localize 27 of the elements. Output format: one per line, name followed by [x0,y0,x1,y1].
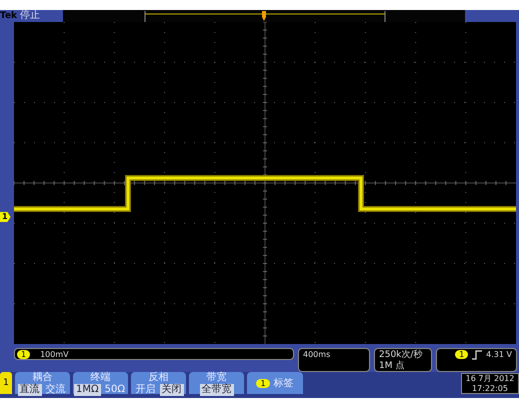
sample-rate: 250k次/秒 [379,350,422,360]
channel-badge: 1 [256,378,270,388]
menu-value: 全带宽 [200,384,234,396]
timebase-readout: 400ms [298,348,370,372]
record-length: 1M 点 [379,361,404,372]
menu-title: 耦合 [32,372,52,384]
menu-title: 终端 [90,372,110,384]
menu-button[interactable]: 带宽 全带宽 [189,372,244,394]
menu-button[interactable]: 终端 1MΩ 50Ω [73,372,128,394]
brand-label: Tek [0,10,18,22]
menu-option[interactable]: 1MΩ [74,384,101,396]
label-button[interactable]: 1 标签 [247,372,303,394]
menu-title: 反相 [148,372,168,384]
menu-button[interactable]: 反相 开启 关闭 [131,372,186,394]
channel-readout: 1 100mV [14,348,294,360]
menu-title: 带宽 [206,372,226,384]
channel-tab[interactable]: 1 [0,372,12,394]
menu-title: 标签 [274,376,294,390]
trigger-source: 1 [455,350,468,359]
menu-option[interactable]: 关闭 [160,384,184,396]
date-time-readout: 16 7月 2012 17:22:05 [461,373,519,394]
acquisition-state: 停止 [20,10,40,22]
trigger-level: 4.31 V [486,350,512,359]
channel-marker[interactable]: 1 [0,212,11,222]
menu-button[interactable]: 耦合 直流 交流 [15,372,70,394]
menu-option[interactable]: 直流 [18,384,42,396]
rising-edge-icon [472,350,482,360]
